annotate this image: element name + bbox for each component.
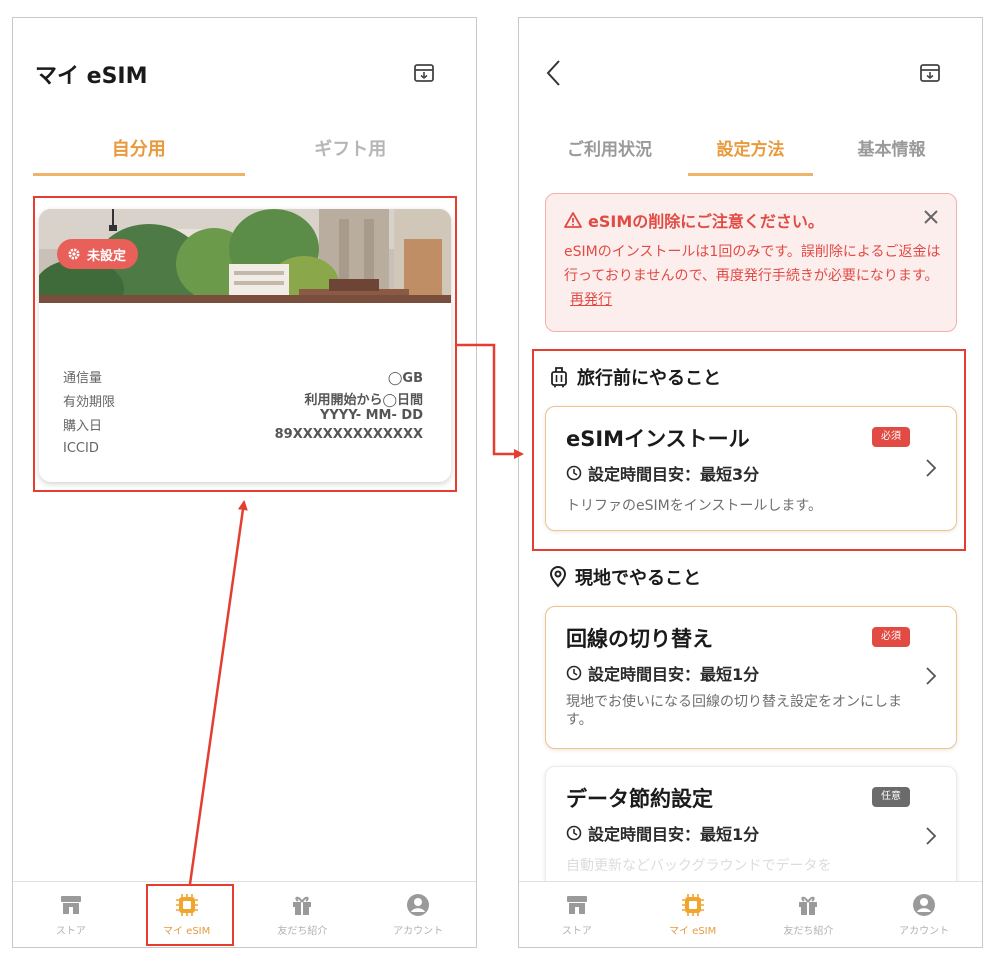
alert-title-text: eSIMの削除にご注意ください。 — [588, 212, 824, 231]
nav-label: 友だち紹介 — [783, 926, 834, 937]
highlight-before-travel-section — [532, 349, 966, 551]
nav-label: ストア — [561, 926, 592, 937]
location-pin-icon — [549, 566, 567, 588]
chevron-right-icon — [926, 827, 937, 845]
step-description: 自動更新などバックグラウンドでデータを — [566, 858, 832, 874]
step-title: 回線の切り替え — [566, 627, 713, 651]
archive-download-icon[interactable] — [919, 62, 941, 84]
chip-icon — [681, 894, 704, 916]
nav-referral[interactable]: 友だち紹介 — [245, 882, 361, 947]
chevron-right-icon — [926, 667, 937, 685]
nav-referral[interactable]: 友だち紹介 — [751, 882, 867, 947]
warning-icon — [564, 212, 582, 228]
nav-label: アカウント — [393, 926, 444, 937]
page-title: マイ eSIM — [35, 64, 148, 89]
tab-usage[interactable]: ご利用状況 — [539, 130, 680, 176]
step-title: データ節約設定 — [566, 787, 713, 811]
account-icon — [407, 894, 430, 916]
delete-warning-alert: eSIMの削除にご注意ください。 eSIMのインストールは1回のみです。誤削除に… — [545, 193, 957, 332]
required-badge: 必須 — [872, 627, 910, 647]
tab-self[interactable]: 自分用 — [33, 130, 245, 176]
alert-title: eSIMの削除にご注意ください。 — [564, 208, 824, 232]
gift-icon — [799, 896, 818, 915]
bottom-nav: ストア マイ eSIM 友だち紹介 アカウント — [13, 881, 476, 947]
nav-store[interactable]: ストア — [13, 882, 129, 947]
section-at-destination: 現地でやること — [549, 564, 701, 590]
tab-info[interactable]: 基本情報 — [821, 130, 962, 176]
step-time: 設定時間目安：最短1分 — [566, 661, 759, 685]
store-icon — [60, 896, 81, 914]
section-title-text: 現地でやること — [575, 568, 701, 589]
back-chevron-icon[interactable] — [543, 58, 565, 88]
reissue-link[interactable]: 再発行 — [570, 292, 612, 308]
owner-tabs: 自分用 ギフト用 — [33, 130, 456, 176]
clock-icon — [566, 825, 582, 841]
alert-body-text: eSIMのインストールは1回のみです。誤削除によるご返金は行っておりませんので、… — [564, 244, 941, 284]
bottom-nav: ストア マイ eSIM 友だち紹介 アカウント — [519, 881, 982, 947]
nav-label: ストア — [55, 926, 86, 937]
step-time: 設定時間目安：最短1分 — [566, 821, 759, 845]
nav-label: マイ eSIM — [668, 926, 717, 937]
nav-label: 友だち紹介 — [277, 926, 328, 937]
highlight-nav-my-esim — [146, 884, 234, 946]
highlight-esim-card — [33, 196, 457, 492]
step-line-switch[interactable]: 回線の切り替え 必須 設定時間目安：最短1分 現地でお使いになる回線の切り替え設… — [545, 606, 957, 749]
step-time-text: 設定時間目安：最短1分 — [588, 665, 760, 684]
optional-badge: 任意 — [872, 787, 910, 807]
detail-tabs: ご利用状況 設定方法 基本情報 — [539, 130, 962, 176]
gift-icon — [293, 896, 312, 915]
tab-setup[interactable]: 設定方法 — [680, 130, 821, 176]
nav-account[interactable]: アカウント — [866, 882, 982, 947]
step-time-text: 設定時間目安：最短1分 — [588, 825, 760, 844]
step-description: 現地でお使いになる回線の切り替え設定をオンにします。 — [566, 694, 902, 728]
alert-body: eSIMのインストールは1回のみです。誤削除によるご返金は行っておりませんので、… — [564, 240, 944, 312]
archive-download-icon[interactable] — [413, 62, 435, 84]
clock-icon — [566, 665, 582, 681]
nav-my-esim[interactable]: マイ eSIM — [635, 882, 751, 947]
nav-account[interactable]: アカウント — [360, 882, 476, 947]
tab-gift[interactable]: ギフト用 — [245, 130, 457, 176]
nav-label: アカウント — [899, 926, 950, 937]
store-icon — [566, 896, 587, 914]
close-icon[interactable] — [922, 208, 940, 226]
nav-store[interactable]: ストア — [519, 882, 635, 947]
account-icon — [913, 894, 936, 916]
